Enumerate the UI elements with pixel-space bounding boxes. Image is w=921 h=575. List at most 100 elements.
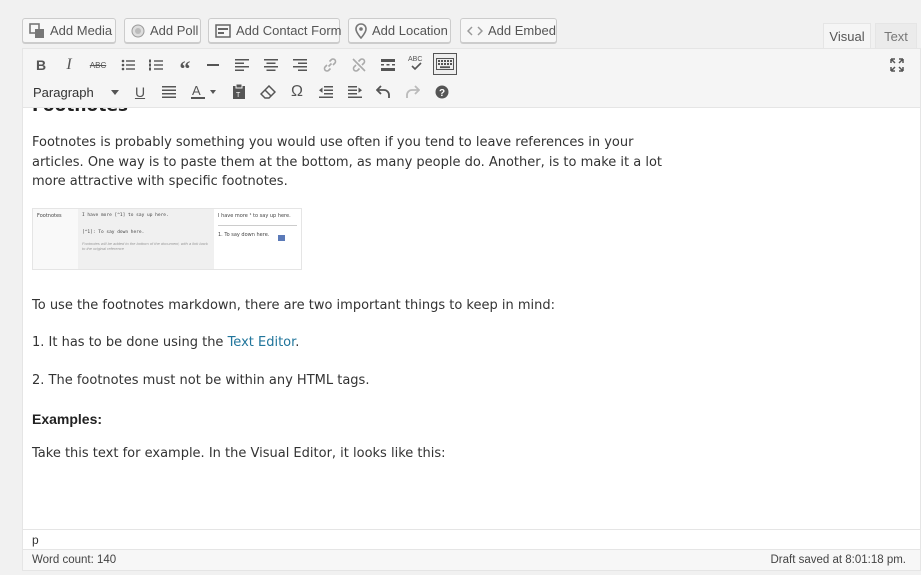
spellcheck-button[interactable]: ABC [404,52,428,74]
strikethrough-button[interactable]: ABC [86,54,110,76]
link-icon [323,58,337,72]
image-code-line-1: I have more [^1] to say up here. [82,213,169,218]
add-location-button[interactable]: Add Location [348,18,451,43]
media-buttons-bar: Add Media Add Poll Add Contact Form Add … [0,0,921,50]
justify-icon [162,86,176,98]
add-contact-form-label: Add Contact Form [236,23,342,38]
image-code-note: Footnotes will be added to the bottom of… [82,241,208,251]
undo-button[interactable] [372,81,396,103]
image-label-column: Footnotes [33,209,78,269]
editor-toolbar: B I ABC “ ABC Paragraph U A T Ω ? [23,49,920,108]
redo-icon [406,85,420,98]
format-select-value: Paragraph [33,84,94,100]
paragraph-three: 1. It has to be done using the Text Edit… [32,333,672,353]
spellcheck-icon: ABC [408,56,422,71]
intro-paragraph: Footnotes is probably something you woul… [32,135,662,189]
indent-button[interactable] [343,81,367,103]
editor-container: B I ABC “ ABC Paragraph U A T Ω ? Footno… [22,48,921,571]
content-heading: Footnotes [32,108,128,116]
paste-text-button[interactable]: T [227,81,251,103]
strikethrough-icon: ABC [89,60,107,70]
special-character-button[interactable]: Ω [285,81,309,103]
tab-visual[interactable]: Visual [823,23,871,49]
svg-text:?: ? [439,88,445,99]
image-code-line-2: [^1]: To say down here. [82,230,145,235]
draft-status: Draft saved at 8:01:18 pm. [770,554,906,566]
link-button[interactable] [318,54,342,76]
text-editor-link[interactable]: Text Editor [228,335,296,350]
text-color-button[interactable]: A [187,81,221,103]
align-right-button[interactable] [288,54,312,76]
outdent-icon [319,86,333,98]
embed-icon [467,25,483,36]
word-count: Word count: 140 [32,554,117,566]
image-rendered-column: I have more ¹ to say up here. 1. To say … [214,209,301,269]
editor-content[interactable]: Footnotes Footnotes is probably somethin… [23,108,920,529]
svg-text:ABC: ABC [408,56,422,63]
add-media-label: Add Media [50,23,113,38]
bold-button[interactable]: B [29,54,53,76]
tab-text-label: Text [884,28,908,44]
fullscreen-icon [890,58,904,72]
unlink-icon [352,58,366,72]
image-rendered-line-1: I have more ¹ to say up here. [218,213,291,219]
text-color-icon: A [191,84,216,99]
special-character-icon: Ω [291,83,303,100]
numbered-list-button[interactable] [144,54,168,76]
examples-heading: Examples: [32,411,103,427]
element-path-value[interactable]: p [32,533,39,547]
add-poll-button[interactable]: Add Poll [124,18,201,43]
form-icon [215,23,231,38]
bold-icon: B [35,57,47,73]
read-more-icon [381,59,395,71]
paste-text-icon: T [233,84,245,99]
help-button[interactable]: ? [430,81,454,103]
location-pin-icon [355,22,367,39]
read-more-button[interactable] [376,54,400,76]
align-center-button[interactable] [259,54,283,76]
clear-formatting-button[interactable] [256,81,280,103]
paragraph-five: Take this text for example. In the Visua… [32,446,446,461]
unlink-button[interactable] [347,54,371,76]
horizontal-rule-button[interactable] [201,54,225,76]
format-select[interactable]: Paragraph [29,81,123,103]
tab-text[interactable]: Text [875,23,917,49]
align-left-button[interactable] [230,54,254,76]
numbered-list-icon [149,59,163,71]
svg-text:A: A [192,84,201,98]
justify-button[interactable] [157,81,181,103]
poll-icon [131,24,145,37]
image-code-column: I have more [^1] to say up here. [^1]: T… [78,209,214,269]
bullet-list-icon [121,59,135,71]
bullet-list-button[interactable] [116,54,140,76]
underline-button[interactable]: U [128,81,152,103]
image-label: Footnotes [37,213,62,219]
toolbar-toggle-icon [436,58,454,70]
add-contact-form-button[interactable]: Add Contact Form [208,18,342,43]
undo-icon [376,85,390,98]
svg-text:T: T [236,92,241,99]
chevron-down-icon [111,89,119,95]
add-embed-label: Add Embed [488,23,556,38]
fullscreen-button[interactable] [885,54,909,76]
paragraph-four: 2. The footnotes must not be within any … [32,373,370,388]
add-poll-label: Add Poll [150,23,199,38]
add-media-button[interactable]: Add Media [22,18,116,43]
clear-formatting-icon [260,85,276,99]
add-location-label: Add Location [372,23,448,38]
align-left-icon [235,59,249,71]
underline-icon: U [134,84,146,100]
italic-button[interactable]: I [57,54,81,76]
footnotes-example-image: Footnotes I have more [^1] to say up her… [32,208,302,270]
media-icon [29,22,44,38]
blockquote-button[interactable]: “ [173,54,197,81]
toolbar-toggle-button[interactable] [433,53,457,75]
paragraph-two: To use the footnotes markdown, there are… [32,298,556,313]
help-icon: ? [435,85,449,99]
image-rendered-line-2: 1. To say down here. [218,225,297,238]
add-embed-button[interactable]: Add Embed [460,18,557,43]
return-arrow-icon [278,235,285,241]
redo-button[interactable] [400,81,424,103]
outdent-button[interactable] [314,81,338,103]
element-path[interactable]: p [23,529,920,549]
